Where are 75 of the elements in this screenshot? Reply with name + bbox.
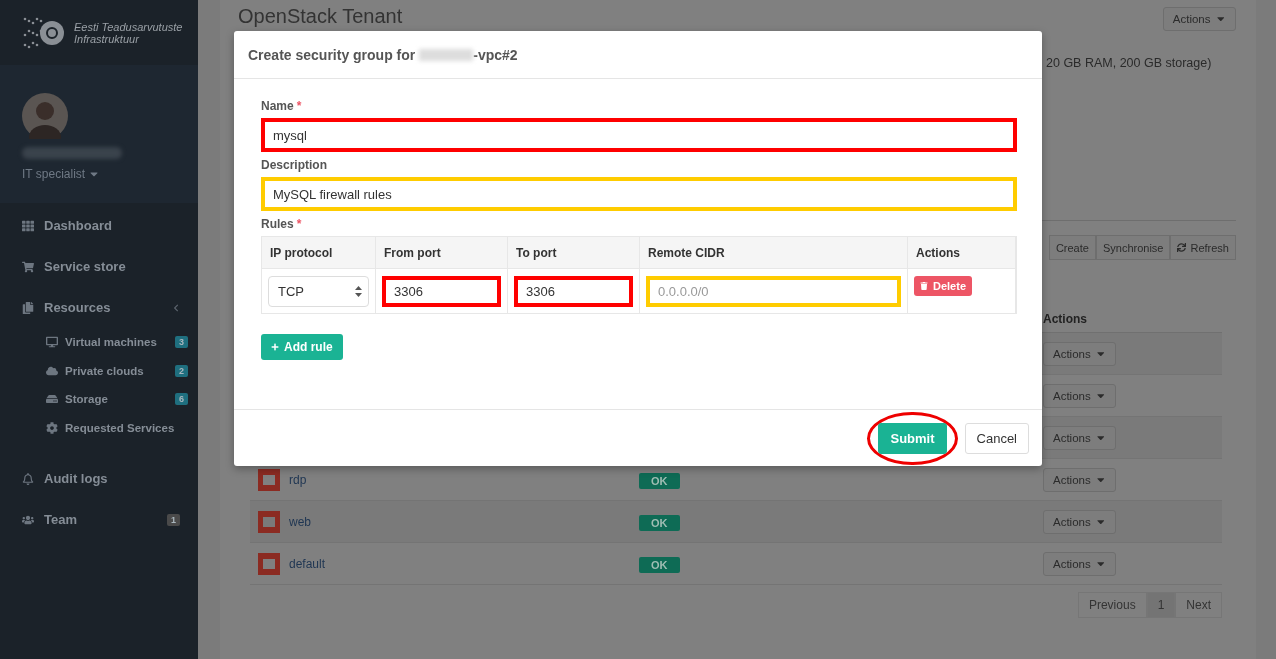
port-field[interactable]: 3306 — [382, 276, 501, 307]
submit-button[interactable]: Submit — [878, 422, 947, 454]
nav-subitem[interactable]: Requested Services — [0, 413, 198, 442]
actions-button[interactable]: Actions — [1162, 7, 1236, 31]
field-label: Rules — [261, 217, 294, 231]
delete-button[interactable]: Delete — [914, 276, 973, 296]
redacted-text — [419, 48, 474, 61]
logo-text: Infrastruktuur — [74, 32, 140, 45]
actions-button[interactable]: Actions — [1043, 467, 1117, 492]
nav-subitem[interactable]: Storage 6 — [0, 385, 198, 414]
nav-item[interactable]: Service store — [0, 246, 198, 287]
nav-subitem[interactable]: Private clouds 2 — [0, 356, 198, 385]
role-dropdown[interactable]: IT specialist — [22, 167, 176, 181]
nav-item[interactable]: Audit logs — [0, 458, 198, 499]
summary-text: 20 GB RAM, 200 GB storage) — [1046, 55, 1213, 72]
nav-icon — [22, 301, 34, 314]
refresh-icon — [1177, 243, 1187, 252]
column-header: To port — [508, 237, 640, 268]
field-label: Name — [261, 99, 294, 113]
plus-icon — [271, 343, 279, 351]
text-field[interactable]: MySQL firewall rules — [261, 177, 1017, 211]
column-header: IP protocol — [262, 237, 376, 268]
count-badge: 3 — [175, 336, 188, 349]
count-badge: 2 — [175, 364, 188, 377]
page-button[interactable]: 1 — [1146, 592, 1176, 618]
nav-icon — [46, 421, 58, 434]
trash-icon — [920, 282, 928, 290]
actions-button[interactable]: Actions — [1043, 551, 1117, 576]
actions-button[interactable]: Actions — [1043, 509, 1117, 534]
status-badge: OK — [639, 472, 680, 489]
nav-icon — [46, 393, 58, 406]
nav-icon — [22, 472, 34, 485]
toolbar-button[interactable]: Create — [1048, 235, 1096, 260]
next-button[interactable]: Next — [1175, 592, 1222, 618]
field-label: Description — [261, 158, 327, 172]
column-header: Actions — [908, 237, 1016, 268]
nav-icon — [22, 513, 34, 526]
protocol-select[interactable]: TCP — [268, 276, 369, 307]
logo-text: Eesti Teadusarvutuste — [74, 20, 183, 33]
cidr-field[interactable]: 0.0.0.0/0 — [646, 276, 901, 307]
toolbar-button[interactable]: Refresh — [1170, 235, 1236, 260]
chevron-icon — [172, 303, 180, 312]
previous-button[interactable]: Previous — [1077, 592, 1147, 618]
sort-arrows-icon — [355, 286, 362, 297]
column-header: From port — [376, 237, 508, 268]
group-link[interactable]: rdp — [258, 468, 639, 491]
column-header: Remote CIDR — [640, 237, 908, 268]
nav-icon — [22, 219, 34, 232]
group-link[interactable]: default — [258, 552, 639, 575]
add-rule-button[interactable]: Add rule — [261, 334, 343, 360]
nav-item[interactable]: Dashboard — [0, 205, 198, 246]
nav-item[interactable]: Resources — [0, 287, 198, 328]
page-title: OpenStack Tenant — [238, 5, 403, 28]
group-link[interactable]: web — [258, 510, 639, 533]
text-field[interactable]: mysql — [261, 118, 1017, 152]
count-badge: 1 — [167, 513, 180, 526]
actions-button[interactable]: Actions — [1043, 425, 1117, 450]
nav-subitem[interactable]: Virtual machines 3 — [0, 328, 198, 357]
status-badge: OK — [639, 556, 680, 573]
actions-button[interactable]: Actions — [1043, 341, 1117, 366]
nav-icon — [46, 364, 58, 377]
required-mark: * — [296, 217, 302, 231]
nav-icon — [22, 260, 34, 273]
toolbar-button[interactable]: Synchronise — [1095, 235, 1171, 260]
status-badge: OK — [639, 514, 680, 531]
count-badge: 6 — [175, 393, 188, 406]
required-mark: * — [296, 99, 302, 113]
nav-icon — [46, 336, 58, 349]
column-header: Actions — [1043, 312, 1088, 326]
dialog-title: -vpc#2 — [473, 46, 518, 63]
port-field[interactable]: 3306 — [514, 276, 633, 307]
cancel-button[interactable]: Cancel — [964, 422, 1029, 454]
actions-button[interactable]: Actions — [1043, 383, 1117, 408]
nav-item[interactable]: Team 1 — [0, 499, 198, 540]
dialog-title: Create security group for — [248, 46, 416, 63]
